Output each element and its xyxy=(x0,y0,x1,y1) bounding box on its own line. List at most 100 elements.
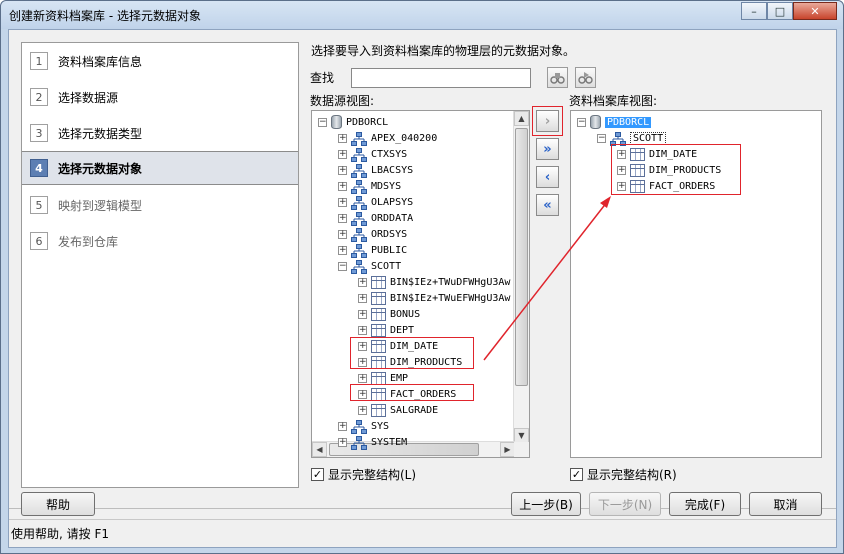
tree-node-label: EMP xyxy=(390,372,409,384)
database-icon xyxy=(590,115,601,129)
tree-node-label: MDSYS xyxy=(371,180,402,192)
expand-icon[interactable]: + xyxy=(338,229,347,239)
table-icon xyxy=(371,371,386,385)
tree-node[interactable]: + BONUS xyxy=(358,306,420,322)
wizard-step-3[interactable]: 3 选择元数据类型 xyxy=(22,118,298,148)
step-number: 2 xyxy=(30,88,48,106)
annotation-arrow xyxy=(483,196,611,361)
tree-node[interactable]: + SYSTEM xyxy=(338,434,407,450)
table-icon xyxy=(371,323,386,337)
collapse-icon[interactable]: − xyxy=(318,117,327,127)
tree-node[interactable]: − PDBORCL xyxy=(318,114,388,130)
show-full-structure-left-checkbox[interactable]: ✓ 显示完整结构(L) xyxy=(311,466,416,483)
expand-icon[interactable]: + xyxy=(338,245,347,255)
collapse-icon[interactable]: − xyxy=(577,117,586,127)
tree-node[interactable]: − PDBORCL xyxy=(577,114,652,130)
tree-node-label: LBACSYS xyxy=(371,164,414,176)
checkbox-label: 显示完整结构(L) xyxy=(328,468,417,482)
binoculars-icon[interactable] xyxy=(547,67,568,88)
title-bar: 创建新资料档案库 - 选择元数据对象 – □ ✕ xyxy=(1,1,843,29)
schema-icon xyxy=(351,179,367,194)
schema-icon xyxy=(351,147,367,162)
wizard-step-2[interactable]: 2 选择数据源 xyxy=(22,82,298,112)
expand-icon[interactable]: + xyxy=(338,133,347,143)
cancel-button[interactable]: 取消 xyxy=(749,492,822,516)
wizard-step-1[interactable]: 1 资料档案库信息 xyxy=(22,46,298,76)
expand-icon[interactable]: + xyxy=(338,213,347,223)
tree-node[interactable]: + MDSYS xyxy=(338,178,401,194)
wizard-step-4[interactable]: 4 选择元数据对象 xyxy=(22,151,298,185)
tree-node[interactable]: − SCOTT xyxy=(338,258,401,274)
tree-node[interactable]: + SALGRADE xyxy=(358,402,438,418)
schema-icon xyxy=(351,163,367,178)
scroll-right-icon[interactable]: ▶ xyxy=(500,442,515,457)
minimize-button[interactable]: – xyxy=(741,2,767,20)
expand-icon[interactable]: + xyxy=(338,197,347,207)
tree-node[interactable]: + SYS xyxy=(338,418,389,434)
schema-icon xyxy=(351,259,367,274)
expand-icon[interactable]: + xyxy=(338,421,347,431)
tree-node-label: OLAPSYS xyxy=(371,196,414,208)
scroll-left-icon[interactable]: ◀ xyxy=(312,442,327,457)
tree-node-label: ORDSYS xyxy=(371,228,408,240)
expand-icon[interactable]: + xyxy=(338,165,347,175)
binoculars-next-icon[interactable] xyxy=(575,67,596,88)
collapse-icon[interactable]: − xyxy=(597,133,606,143)
maximize-button[interactable]: □ xyxy=(767,2,793,20)
schema-icon xyxy=(351,419,367,434)
step-label: 资料档案库信息 xyxy=(58,54,143,69)
expand-icon[interactable]: + xyxy=(358,405,367,415)
back-button[interactable]: 上一步(B) xyxy=(511,492,581,516)
tree-node[interactable]: + ORDDATA xyxy=(338,210,413,226)
wizard-steps-panel: 1 资料档案库信息 2 选择数据源 3 选择元数据类型 4 选择元数据对象 5 映射到逻辑模型 6 发… xyxy=(21,42,299,488)
tree-node[interactable]: + CTXSYS xyxy=(338,146,407,162)
remove-selected-button[interactable]: ‹ xyxy=(536,166,559,188)
schema-icon xyxy=(351,195,367,210)
table-icon xyxy=(371,291,386,305)
tree-node-label: SCOTT xyxy=(371,260,402,272)
scroll-corner xyxy=(514,442,529,457)
help-button[interactable]: 帮助 xyxy=(21,492,95,516)
tree-node[interactable]: + LBACSYS xyxy=(338,162,413,178)
finish-button[interactable]: 完成(F) xyxy=(669,492,741,516)
wizard-step-6[interactable]: 6 发布到仓库 xyxy=(22,226,298,256)
scroll-down-icon[interactable]: ▼ xyxy=(514,428,529,443)
step-label: 发布到仓库 xyxy=(58,234,119,249)
next-button[interactable]: 下一步(N) xyxy=(589,492,661,516)
step-label: 映射到逻辑模型 xyxy=(58,198,143,213)
tree-node-label: SALGRADE xyxy=(390,404,439,416)
collapse-icon[interactable]: − xyxy=(338,261,347,271)
tree-node[interactable]: + PUBLIC xyxy=(338,242,407,258)
find-input[interactable] xyxy=(351,68,531,88)
find-label: 查找 xyxy=(310,71,335,85)
import-all-button[interactable]: » xyxy=(536,138,559,160)
show-full-structure-right-checkbox[interactable]: ✓ 显示完整结构(R) xyxy=(570,466,677,483)
tree-node[interactable]: + APEX_040200 xyxy=(338,130,437,146)
database-icon xyxy=(331,115,342,129)
tree-node-label: SYSTEM xyxy=(371,436,408,448)
expand-icon[interactable]: + xyxy=(338,437,347,447)
checkbox-icon[interactable]: ✓ xyxy=(311,468,324,481)
source-view-label: 数据源视图: xyxy=(310,94,375,108)
window-controls: – □ ✕ xyxy=(741,2,837,20)
schema-icon xyxy=(351,227,367,242)
expand-icon[interactable]: + xyxy=(358,373,367,383)
close-button[interactable]: ✕ xyxy=(793,2,837,20)
expand-icon[interactable]: + xyxy=(338,181,347,191)
tree-node-label: CTXSYS xyxy=(371,148,408,160)
expand-icon[interactable]: + xyxy=(338,149,347,159)
tree-node[interactable]: + ORDSYS xyxy=(338,226,407,242)
tree-node[interactable]: + DEPT xyxy=(358,322,414,338)
tree-node[interactable]: + OLAPSYS xyxy=(338,194,413,210)
schema-icon xyxy=(351,211,367,226)
wizard-step-5[interactable]: 5 映射到逻辑模型 xyxy=(22,190,298,220)
checkbox-icon[interactable]: ✓ xyxy=(570,468,583,481)
expand-icon[interactable]: + xyxy=(358,293,367,303)
scroll-up-icon[interactable]: ▲ xyxy=(514,111,529,126)
tree-node-label: PDBORCL xyxy=(605,116,652,128)
schema-icon xyxy=(610,131,626,146)
expand-icon[interactable]: + xyxy=(358,277,367,287)
expand-icon[interactable]: + xyxy=(358,309,367,319)
status-bar: 使用帮助, 请按 F1 xyxy=(9,519,836,547)
expand-icon[interactable]: + xyxy=(358,325,367,335)
